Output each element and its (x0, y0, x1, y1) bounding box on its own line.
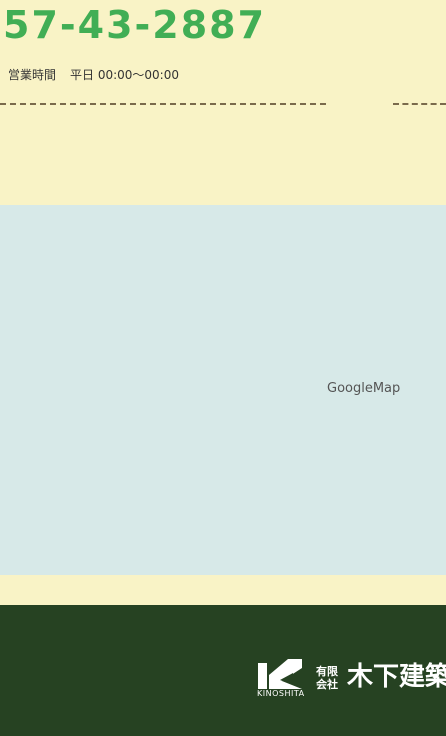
logo-wordmark: KINOSHITA (257, 689, 305, 698)
spacer-band (0, 575, 446, 605)
dashed-divider (0, 103, 326, 105)
footer: KINOSHITA 有限会社 木下建築 (0, 605, 446, 736)
business-hours-value: 平日 00:00〜00:00 (70, 68, 179, 82)
company-type-label: 有限会社 (316, 665, 338, 691)
dashed-divider (393, 103, 446, 105)
contact-section: 57-43-2887 営業時間 平日 00:00〜00:00 (0, 0, 446, 205)
map-label: GoogleMap (327, 381, 401, 396)
phone-number[interactable]: 57-43-2887 (3, 2, 266, 48)
business-hours-label: 営業時間 (8, 68, 57, 82)
business-hours: 営業時間 平日 00:00〜00:00 (8, 66, 179, 84)
company-name: 木下建築 (347, 662, 446, 692)
map-placeholder[interactable]: GoogleMap (0, 205, 446, 575)
